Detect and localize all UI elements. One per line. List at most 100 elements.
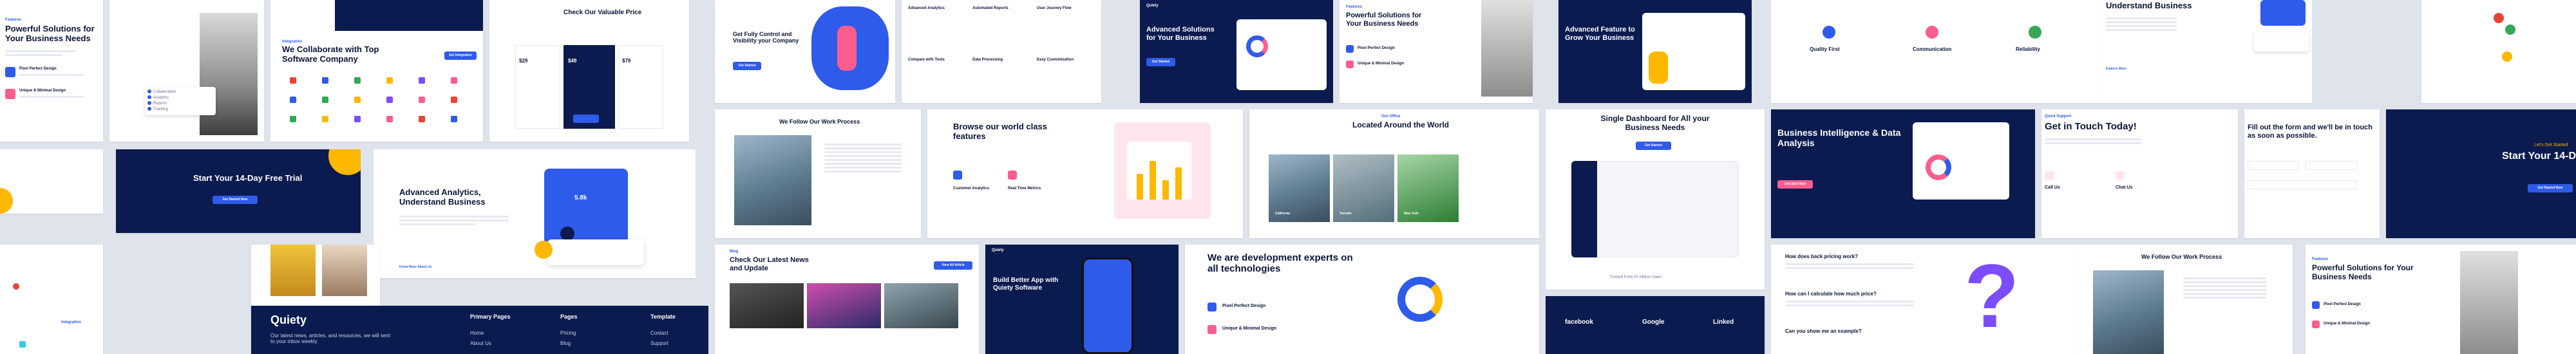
donut-chart <box>1926 154 1951 180</box>
feature-icon <box>1823 26 1835 39</box>
process-steps <box>2183 275 2267 301</box>
footer-link[interactable]: Contact <box>650 330 668 336</box>
stats-panel <box>2260 0 2306 26</box>
google-icon <box>2494 13 2504 23</box>
card-trial-right: Let's Get Started Start Your 14-D Get St… <box>2386 109 2576 238</box>
card-touch: Quick Support Get in Touch Today! Call U… <box>2041 109 2238 238</box>
integration-app-icon[interactable] <box>386 116 393 122</box>
person-photo <box>2460 251 2518 354</box>
footer-link[interactable]: Support <box>650 340 668 346</box>
section-title: Single Dashboard for All your Business N… <box>1600 114 1710 132</box>
menu-list: Collaboration Analytics Reports Tracking <box>145 87 216 115</box>
get-started-button[interactable]: Get Started Now <box>213 196 258 204</box>
feature-icon <box>1926 26 1938 39</box>
card-feature-list: Advanced Analytics Automated Reports User … <box>902 0 1101 103</box>
integration-app-icon[interactable] <box>451 77 457 84</box>
design-icon <box>5 89 15 99</box>
card-features-3: Features Powerful Solutions for Your Bus… <box>2306 245 2576 354</box>
edit-icon[interactable] <box>560 227 574 241</box>
card-footer: Quiety Our latest news, articles, and re… <box>251 306 708 354</box>
integration-app-icon[interactable] <box>354 116 361 122</box>
section-title: We are development experts on all techno… <box>1208 252 1353 275</box>
learn-more-link[interactable]: Know More About Us <box>399 265 431 269</box>
person-photo <box>322 245 367 296</box>
footer-link[interactable]: Pricing <box>560 330 576 336</box>
integration-app-icon[interactable] <box>419 116 425 122</box>
get-started-button[interactable]: Get Start Now <box>1777 180 1813 189</box>
card-dev-experts: We are development experts on all techno… <box>1185 245 1539 354</box>
bar <box>1137 174 1143 200</box>
eyebrow: Our Office <box>1381 115 1401 118</box>
integration-app-icon[interactable] <box>290 116 296 122</box>
form-input[interactable] <box>2306 161 2357 170</box>
pricing-title: Check Our Valuable Price <box>564 9 642 16</box>
person-photo <box>270 245 316 296</box>
eyebrow: Quick Support <box>2045 115 2072 118</box>
section-title: We Collaborate with Top Software Company <box>282 44 379 64</box>
integration-app-icon[interactable] <box>322 77 328 84</box>
integration-app-icon[interactable] <box>386 77 393 84</box>
feature-label: Customer Analytics <box>953 187 990 191</box>
integration-app-icon[interactable] <box>322 116 328 122</box>
footer-link[interactable]: Blog <box>560 340 571 346</box>
faq-question[interactable]: How does back pricing work? <box>1785 254 1858 259</box>
feature-label: Unique & Minimal Design <box>1222 326 1277 331</box>
integration-app-icon[interactable] <box>354 97 361 103</box>
feature-list-item: User Journey Flow <box>1037 6 1072 10</box>
integration-app-icon[interactable] <box>290 77 296 84</box>
explore-link[interactable]: Explore More <box>2106 67 2126 71</box>
card-bi: Business Intelligence & Data Analysis Ge… <box>1771 109 2035 238</box>
integration-app-icon[interactable] <box>386 97 393 103</box>
section-title: Understand Business <box>2106 1 2192 10</box>
footer-tagline: Our latest news, articles, and resources… <box>270 333 390 344</box>
integration-app-icon[interactable] <box>451 116 457 122</box>
section-title: Powerful Solutions for Your Business Nee… <box>2312 263 2414 281</box>
card-phone-app: Quiety Build Better App with Quiety Soft… <box>985 245 1179 354</box>
feature-label: Pixel Perfect Design <box>1358 46 1395 50</box>
contact-label: Call Us <box>2045 185 2060 190</box>
integration-app-icon[interactable] <box>451 97 457 103</box>
get-started-button[interactable]: Get Started <box>1146 58 1175 66</box>
feature-list-item: Easy Customization <box>1037 58 1074 62</box>
footer-link[interactable]: About Us <box>470 340 491 346</box>
city-label: California <box>1275 212 1291 216</box>
paragraph <box>5 48 76 58</box>
footer-link[interactable]: Home <box>470 330 484 336</box>
integration-app-icon[interactable] <box>290 97 296 103</box>
plan-button[interactable] <box>573 115 599 123</box>
person-photo <box>200 13 258 135</box>
get-started-button[interactable]: Get Started <box>1636 142 1671 150</box>
blog-photo <box>884 283 958 328</box>
analytics-icon <box>953 171 962 180</box>
view-all-button[interactable]: View All Article <box>934 261 972 270</box>
eyebrow: Integration <box>61 321 81 324</box>
hero-title: Get Fully Control and Visibility your Co… <box>733 31 799 44</box>
feature-list-item: Data Processing <box>972 58 1003 62</box>
form-input[interactable] <box>2248 161 2299 170</box>
integration-app-icon[interactable] <box>354 77 361 84</box>
get-started-button[interactable]: Get Started Now <box>2528 184 2573 192</box>
footer-brand: Quiety <box>270 313 307 326</box>
card-work-process: We Follow Our Work Process <box>715 109 921 238</box>
feature-label: Pixel Perfect Design <box>19 67 57 71</box>
process-steps <box>824 142 902 174</box>
feature-label: Pixel Perfect Design <box>2324 303 2361 306</box>
integration-app-icon[interactable] <box>419 97 425 103</box>
form-input[interactable] <box>2248 180 2357 189</box>
card-dashboard: Single Dashboard for All your Business N… <box>1546 109 1765 290</box>
card-advanced-solutions: Quiety Advanced Solutions for Your Busin… <box>1140 0 1333 103</box>
faq-answer <box>1785 299 1914 308</box>
app-icon <box>2502 51 2512 62</box>
faq-question[interactable]: How can I calculate how much price? <box>1785 291 1877 297</box>
eyebrow: Let's Get Started <box>2534 143 2568 147</box>
bar <box>1150 161 1156 200</box>
get-started-button[interactable]: Get Started <box>733 62 761 70</box>
avatar <box>1649 51 1668 84</box>
section-title: Business Intelligence & Data Analysis <box>1777 127 1901 149</box>
integration-app-icon[interactable] <box>419 77 425 84</box>
section-title: We Follow Our Work Process <box>779 118 860 125</box>
get-integration-button[interactable]: Get Integration <box>444 51 477 60</box>
integration-app-icon[interactable] <box>322 97 328 103</box>
faq-question[interactable]: Can you show me an example? <box>1785 328 1862 334</box>
feature-label: Unique & Minimal Design <box>19 89 66 93</box>
